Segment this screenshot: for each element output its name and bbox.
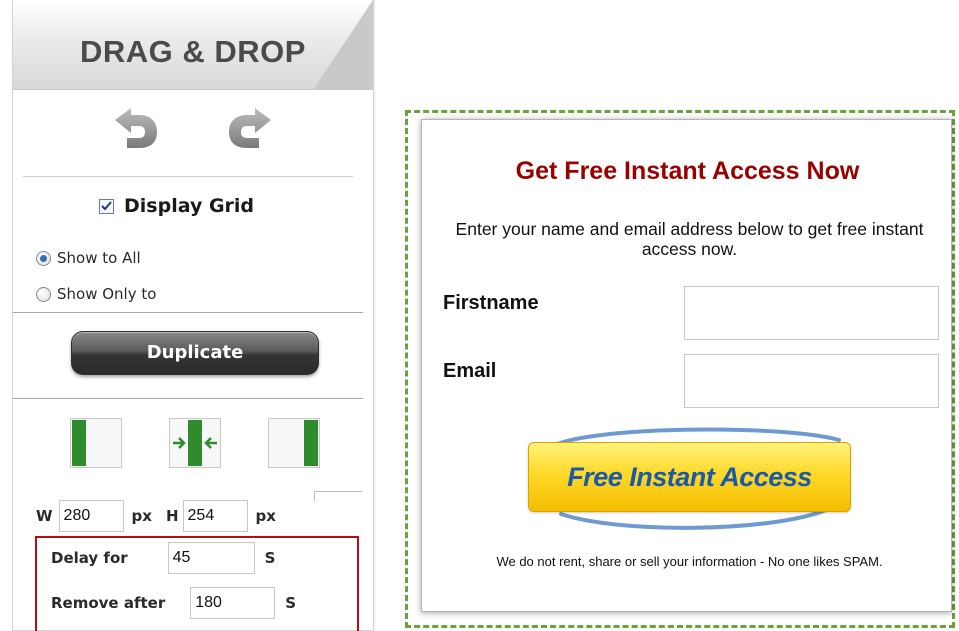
width-unit: px	[131, 507, 152, 525]
height-label: H	[165, 507, 179, 525]
submit-button-wrap: Free Instant Access	[521, 422, 861, 532]
align-left-icon	[70, 418, 122, 468]
align-right-icon	[268, 418, 320, 468]
free-instant-access-button[interactable]: Free Instant Access	[528, 442, 851, 512]
align-right-button[interactable]	[268, 418, 320, 468]
privacy-note: We do not rent, share or sell your infor…	[496, 554, 883, 569]
firstname-label: Firstname	[443, 292, 539, 314]
radio-button[interactable]	[36, 286, 51, 302]
checkbox-check-icon	[101, 201, 112, 211]
radio-label-show-to-all: Show to All	[57, 249, 141, 267]
remove-label: Remove after	[51, 594, 166, 612]
timing-settings-box: Delay for 45 S Remove after 180 S	[35, 536, 359, 631]
drag-drop-panel: DRAG & DROP Display Grid Show to All Sho…	[12, 0, 374, 631]
undo-icon	[115, 108, 157, 148]
radio-button-selected[interactable]	[36, 250, 51, 266]
panel-header: DRAG & DROP	[13, 0, 373, 90]
divider	[23, 176, 353, 177]
undo-button[interactable]	[113, 106, 159, 150]
panel-title: DRAG & DROP	[80, 34, 306, 69]
size-panel-tab	[314, 491, 362, 501]
height-input[interactable]: 254	[182, 500, 248, 532]
redo-button[interactable]	[227, 106, 273, 150]
remove-row: Remove after 180 S	[51, 587, 296, 619]
width-label: W	[36, 507, 53, 525]
width-input[interactable]: 280	[58, 500, 124, 532]
redo-icon	[229, 108, 271, 148]
form-description: Enter your name and email address below …	[455, 219, 924, 259]
delay-row: Delay for 45 S	[51, 542, 275, 574]
duplicate-button[interactable]: Duplicate	[71, 331, 319, 375]
optin-form-card[interactable]: Get Free Instant Access Now Enter your n…	[421, 119, 952, 612]
align-center-button[interactable]	[169, 418, 221, 468]
email-input[interactable]	[684, 354, 939, 408]
align-center-icon	[169, 418, 221, 468]
firstname-input[interactable]	[684, 286, 939, 340]
radio-show-only-to[interactable]: Show Only to	[36, 285, 156, 303]
email-label: Email	[443, 360, 497, 382]
delay-input[interactable]: 45	[167, 542, 255, 574]
radio-label-show-only-to: Show Only to	[57, 285, 157, 303]
form-title: Get Free Instant Access Now	[515, 157, 860, 185]
display-grid-checkbox[interactable]	[99, 198, 114, 214]
size-row: W 280 px H 254 px	[36, 500, 276, 532]
delay-unit: S	[264, 549, 276, 567]
display-grid-label: Display Grid	[124, 195, 255, 217]
remove-input[interactable]: 180	[190, 587, 276, 619]
display-grid-row: Display Grid	[99, 195, 254, 217]
radio-show-to-all[interactable]: Show to All	[36, 249, 141, 267]
align-left-button[interactable]	[70, 418, 122, 468]
divider	[13, 312, 363, 313]
height-unit: px	[255, 507, 276, 525]
divider	[13, 398, 363, 399]
delay-label: Delay for	[51, 549, 128, 567]
remove-unit: S	[285, 594, 297, 612]
